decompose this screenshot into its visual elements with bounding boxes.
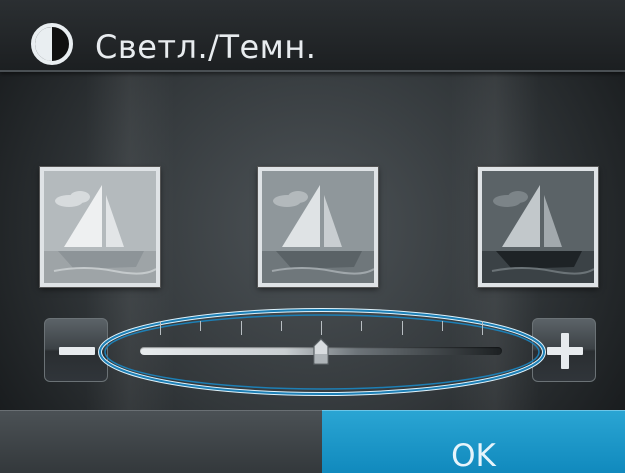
brightness-slider[interactable] bbox=[96, 300, 548, 400]
page-title: Светл./Темн. bbox=[95, 28, 317, 66]
slider-tick bbox=[240, 321, 242, 335]
sailboat-icon bbox=[44, 171, 156, 283]
ok-label: OK bbox=[451, 438, 496, 473]
slider-tick bbox=[401, 321, 403, 335]
ok-button[interactable]: OK bbox=[322, 410, 625, 473]
slider-tick bbox=[280, 321, 282, 331]
sailboat-icon bbox=[262, 171, 374, 283]
slider-tick bbox=[160, 321, 161, 335]
slider-tick bbox=[200, 321, 202, 331]
slider-tick bbox=[441, 321, 443, 331]
slider-tick bbox=[321, 321, 322, 335]
thumbnail-darker bbox=[478, 167, 598, 287]
slider-tick bbox=[361, 321, 363, 331]
contrast-icon bbox=[31, 23, 73, 65]
sailboat-icon bbox=[482, 171, 594, 283]
slider-thumb[interactable] bbox=[312, 338, 330, 366]
slider-tick bbox=[482, 321, 483, 335]
thumbnail-current bbox=[258, 167, 378, 287]
thumbnail-lighter bbox=[40, 167, 160, 287]
screen: Светл./Темн. OK bbox=[0, 0, 625, 473]
footer-empty-panel bbox=[0, 410, 322, 473]
header-bar: Светл./Темн. bbox=[0, 0, 625, 72]
